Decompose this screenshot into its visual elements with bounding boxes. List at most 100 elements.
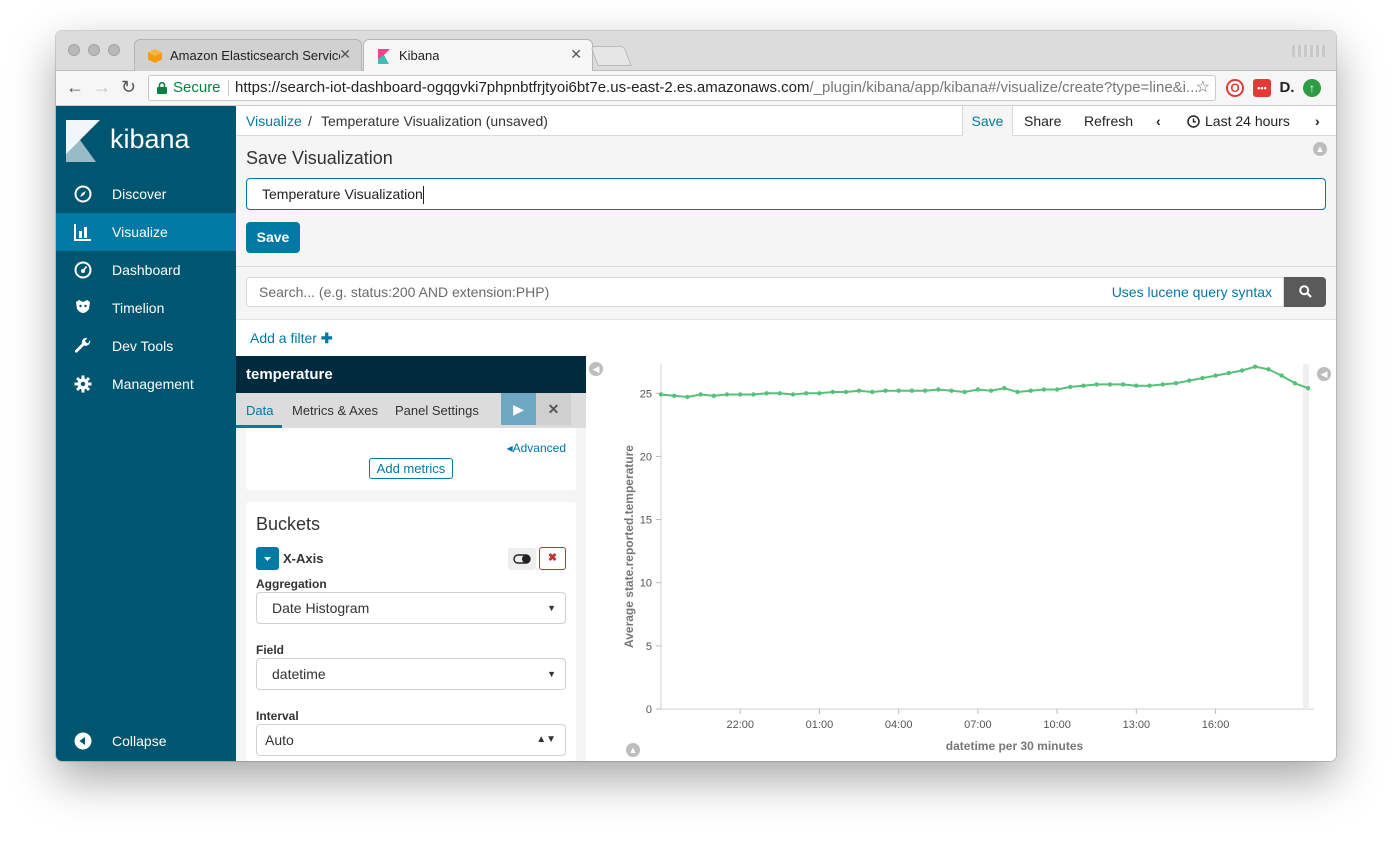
field-select[interactable]: datetime ▼ xyxy=(256,658,566,690)
data-point xyxy=(1266,367,1271,372)
lastpass-extension-icon[interactable]: ••• xyxy=(1253,79,1271,97)
tab-metrics-axes[interactable]: Metrics & Axes xyxy=(292,403,378,418)
lucene-syntax-link[interactable]: Uses lucene query syntax xyxy=(1112,278,1272,306)
zoom-window-button[interactable] xyxy=(108,44,120,56)
data-point xyxy=(896,388,901,393)
data-point xyxy=(1041,387,1047,392)
close-icon[interactable]: ✕ xyxy=(570,46,582,63)
collapse-left-icon xyxy=(74,732,92,750)
y-tick-label: 5 xyxy=(646,641,652,653)
data-point xyxy=(883,388,888,393)
data-point xyxy=(1292,381,1297,386)
save-visualization-button[interactable]: Save xyxy=(246,222,300,253)
buckets-title: Buckets xyxy=(256,514,321,534)
query-bar: Search... (e.g. status:200 AND extension… xyxy=(236,267,1336,319)
share-button[interactable]: Share xyxy=(1024,113,1061,129)
sidebar-item-management[interactable]: Management xyxy=(56,365,236,403)
profile-avatar[interactable] xyxy=(1292,45,1326,57)
tab-data[interactable]: Data xyxy=(246,403,273,418)
aggregation-select[interactable]: Date Histogram ▼ xyxy=(256,592,566,624)
collapse-spy-up-icon[interactable]: ▲ xyxy=(626,743,640,757)
timerange-label: Last 24 hours xyxy=(1205,113,1290,129)
sidebar-item-dashboard[interactable]: Dashboard xyxy=(56,251,236,289)
remove-aggregation-close-icon[interactable]: ✖ xyxy=(539,547,566,570)
sidebar-item-dev-tools[interactable]: Dev Tools xyxy=(56,327,236,365)
divider xyxy=(228,80,229,96)
visualization-title-input[interactable]: Temperature Visualization xyxy=(246,178,1326,210)
new-tab-button[interactable] xyxy=(590,46,632,66)
xaxis-expand-button[interactable] xyxy=(256,547,279,570)
sidebar-item-discover[interactable]: Discover xyxy=(56,175,236,213)
forward-arrow-icon[interactable]: → xyxy=(93,77,111,98)
browser-toolbar: ← → ↻ Secure https://search-iot-dashboar… xyxy=(56,71,1336,106)
sidebar-item-timelion[interactable]: Timelion xyxy=(56,289,236,327)
discard-changes-close-icon[interactable]: ✕ xyxy=(536,393,571,425)
aggregation-label: Aggregation xyxy=(256,577,327,591)
refresh-button[interactable]: Refresh xyxy=(1084,113,1133,129)
y-axis-title: Average state.reported.temperature xyxy=(622,445,636,648)
tab-title: Kibana xyxy=(399,48,440,63)
interval-select[interactable]: Auto ▲▼ xyxy=(256,724,566,756)
chevron-left-icon[interactable]: ‹ xyxy=(1156,113,1161,129)
brand-name: kibana xyxy=(110,124,190,154)
search-input[interactable]: Search... (e.g. status:200 AND extension… xyxy=(246,277,1284,307)
data-point xyxy=(988,388,994,393)
gauge-icon xyxy=(74,261,92,279)
y-tick-label: 15 xyxy=(640,515,652,527)
data-point xyxy=(804,391,809,396)
text-cursor xyxy=(422,186,424,205)
collapse-legend-left-icon[interactable]: ◀ xyxy=(1317,367,1331,381)
breadcrumb-visualize-link[interactable]: Visualize xyxy=(246,113,302,129)
data-point xyxy=(698,392,703,397)
advanced-label: Advanced xyxy=(512,441,566,455)
aws-favicon-icon xyxy=(148,49,162,63)
sidebar-item-visualize[interactable]: Visualize xyxy=(56,213,236,251)
opera-extension-icon[interactable]: O xyxy=(1226,79,1244,97)
data-point xyxy=(751,392,756,397)
close-icon[interactable]: ✕ xyxy=(339,46,351,63)
d-extension-icon[interactable]: D. xyxy=(1278,79,1296,97)
x-tick-label: 13:00 xyxy=(1123,719,1151,731)
apply-changes-play-icon[interactable]: ▶ xyxy=(501,393,536,425)
add-metrics-button[interactable]: Add metrics xyxy=(369,458,453,479)
upload-extension-icon[interactable]: ↑ xyxy=(1303,79,1321,97)
collapse-editor-left-icon[interactable]: ◀ xyxy=(589,362,603,376)
chevron-right-icon[interactable]: › xyxy=(1315,113,1320,129)
x-axis-title: datetime per 30 minutes xyxy=(946,739,1084,753)
top-save-button[interactable]: Save xyxy=(962,106,1013,137)
back-arrow-icon[interactable]: ← xyxy=(66,77,84,98)
data-point xyxy=(1253,364,1258,369)
data-point xyxy=(922,388,928,393)
sidebar-item-label: Management xyxy=(112,376,194,392)
reload-icon[interactable]: ↻ xyxy=(121,77,136,98)
browser-tab-aws[interactable]: Amazon Elasticsearch Service ✕ xyxy=(134,39,362,71)
title-input-value: Temperature Visualization xyxy=(262,186,423,202)
browser-tab-kibana[interactable]: Kibana ✕ xyxy=(363,39,593,71)
data-point xyxy=(843,389,849,395)
close-window-button[interactable] xyxy=(68,44,80,56)
timelion-icon xyxy=(76,300,90,313)
data-point xyxy=(1054,387,1060,392)
data-point xyxy=(1279,373,1284,378)
advanced-toggle[interactable]: ◂Advanced xyxy=(507,441,566,455)
bookmark-star-icon[interactable]: ☆ xyxy=(1196,76,1210,100)
search-placeholder: Search... (e.g. status:200 AND extension… xyxy=(259,284,550,300)
sidebar-item-label: Dev Tools xyxy=(112,338,174,354)
collapse-up-icon[interactable]: ▲ xyxy=(1313,142,1327,156)
data-point xyxy=(711,393,716,398)
data-point xyxy=(1134,383,1139,388)
data-point xyxy=(909,388,915,393)
sidebar-item-label: Visualize xyxy=(112,224,168,240)
tab-panel-settings[interactable]: Panel Settings xyxy=(395,403,479,418)
data-point xyxy=(672,393,677,398)
toggle-aggregation-switch[interactable] xyxy=(508,548,536,570)
y-tick-label: 20 xyxy=(640,451,652,463)
address-bar[interactable]: Secure https://search-iot-dashboard-ogqg… xyxy=(148,75,1216,101)
add-filter-link[interactable]: Add a filter ✚ xyxy=(250,330,333,347)
sidebar-collapse-button[interactable]: Collapse xyxy=(56,722,236,760)
minimize-window-button[interactable] xyxy=(88,44,100,56)
search-button[interactable] xyxy=(1284,277,1326,307)
data-point xyxy=(1015,389,1020,395)
chart-scroll-edge xyxy=(1303,364,1309,709)
data-point xyxy=(738,392,743,397)
